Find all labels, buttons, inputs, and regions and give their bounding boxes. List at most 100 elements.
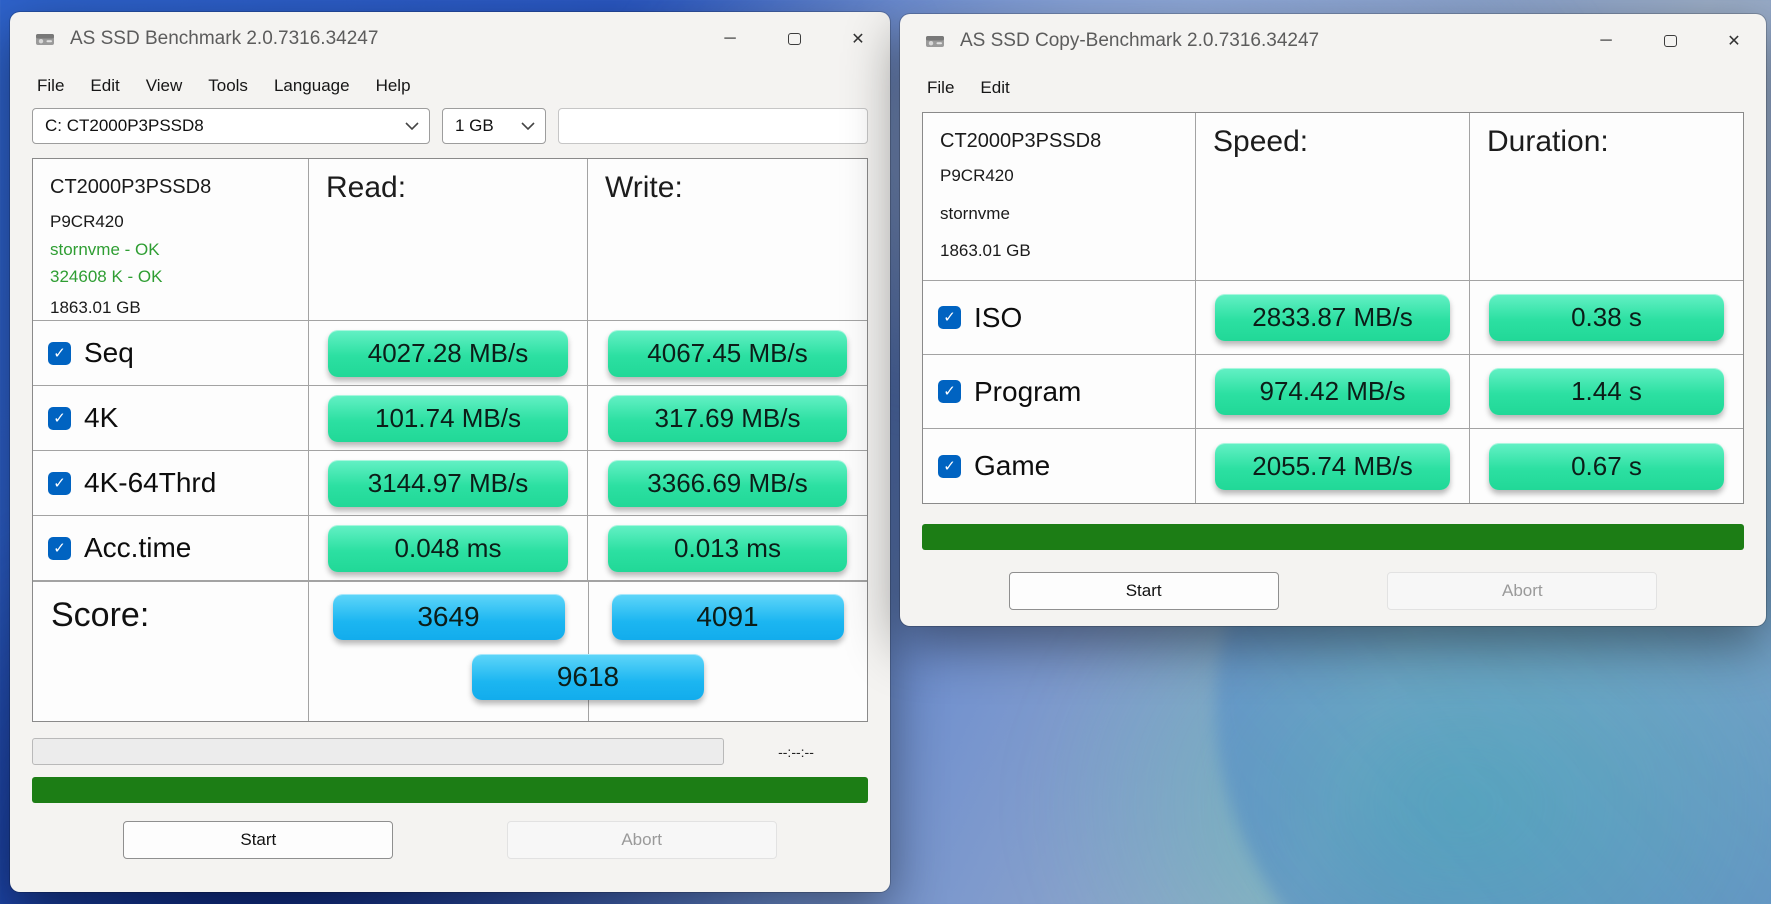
row-acctime: ✓ Acc.time <box>33 516 309 581</box>
button-row: Start Abort <box>900 572 1766 610</box>
driver-status: stornvme - OK <box>50 239 160 259</box>
menu-edit[interactable]: Edit <box>77 70 132 102</box>
maximize-icon <box>787 33 801 45</box>
score-write-value: 4091 <box>611 594 844 640</box>
chevron-down-icon <box>405 122 419 130</box>
4k64thrd-read-cell: 3144.97 MB/s <box>309 451 588 516</box>
benchmark-table: CT2000P3PSSD8 P9CR420 stornvme - OK 3246… <box>32 158 868 722</box>
check-icon: ✓ <box>53 539 66 557</box>
row-game: ✓ Game <box>923 429 1196 503</box>
score-read-half: 3649 <box>309 594 588 640</box>
window-title: AS SSD Copy-Benchmark 2.0.7316.34247 <box>960 30 1320 51</box>
menu-bar: File Edit <box>900 68 1766 108</box>
checkbox-4k[interactable]: ✓ <box>48 406 71 430</box>
menu-help[interactable]: Help <box>363 70 424 102</box>
drive-model: CT2000P3PSSD8 <box>50 176 212 198</box>
row-program-label: Program <box>974 375 1082 407</box>
row-game-label: Game <box>974 450 1051 481</box>
score-read-value: 3649 <box>332 594 565 640</box>
drive-model: CT2000P3PSSD8 <box>940 130 1102 152</box>
drive-select-value: C: CT2000P3PSSD8 <box>45 116 204 135</box>
button-row: Start Abort <box>10 821 890 859</box>
drive-capacity: 1863.01 GB <box>50 297 141 317</box>
acctime-read-cell: 0.048 ms <box>309 516 588 581</box>
comment-input[interactable] <box>558 108 868 144</box>
abort-button[interactable]: Abort <box>506 821 777 859</box>
check-icon: ✓ <box>943 309 956 326</box>
check-icon: ✓ <box>53 344 66 362</box>
drive-select[interactable]: C: CT2000P3PSSD8 <box>32 108 430 144</box>
drive-driver: stornvme <box>940 203 1010 223</box>
maximize-button[interactable] <box>1638 14 1702 68</box>
test-size-select[interactable]: 1 GB <box>442 108 546 144</box>
iso-duration-cell: 0.38 s <box>1470 281 1743 355</box>
iso-speed-value: 2833.87 MB/s <box>1215 294 1450 341</box>
close-icon: ✕ <box>1727 33 1741 50</box>
copy-benchmark-table: CT2000P3PSSD8 P9CR420 stornvme 1863.01 G… <box>922 112 1744 504</box>
menu-tools[interactable]: Tools <box>195 70 261 102</box>
close-button[interactable]: ✕ <box>826 12 890 66</box>
start-button[interactable]: Start <box>123 821 394 859</box>
chevron-down-icon <box>521 122 535 130</box>
check-icon: ✓ <box>943 457 956 475</box>
checkbox-program[interactable]: ✓ <box>938 380 961 403</box>
check-icon: ✓ <box>943 383 956 400</box>
4k-write-cell: 317.69 MB/s <box>588 386 867 451</box>
speed-column-header: Speed: <box>1196 113 1470 281</box>
score-total-value: 9618 <box>472 654 704 700</box>
acctime-read-value: 0.048 ms <box>328 524 568 572</box>
row-4k64thrd: ✓ 4K-64Thrd <box>33 451 309 516</box>
close-icon: ✕ <box>851 31 865 48</box>
minimize-icon: ─ <box>1600 32 1612 49</box>
row-acctime-label: Acc.time <box>84 532 192 563</box>
menu-bar: File Edit View Tools Language Help <box>10 66 890 106</box>
checkbox-4k64thrd[interactable]: ✓ <box>48 471 71 495</box>
minimize-button[interactable]: ─ <box>1574 14 1638 68</box>
game-duration-cell: 0.67 s <box>1470 429 1743 503</box>
program-speed-value: 974.42 MB/s <box>1215 368 1450 415</box>
score-column-divider <box>588 582 589 721</box>
acctime-write-value: 0.013 ms <box>607 524 848 572</box>
check-icon: ✓ <box>53 409 66 427</box>
menu-language[interactable]: Language <box>261 70 363 102</box>
row-program: ✓ Program <box>923 355 1196 429</box>
checkbox-seq[interactable]: ✓ <box>48 341 71 365</box>
checkbox-game[interactable]: ✓ <box>938 454 961 478</box>
row-iso: ✓ ISO <box>923 281 1196 355</box>
checkbox-iso[interactable]: ✓ <box>938 306 961 329</box>
4k-read-value: 101.74 MB/s <box>328 394 568 442</box>
drive-capacity: 1863.01 GB <box>940 241 1031 260</box>
score-area: 3649 4091 9618 <box>309 581 867 721</box>
read-column-header: Read: <box>309 159 588 321</box>
copy-benchmark-titlebar[interactable]: AS SSD Copy-Benchmark 2.0.7316.34247 ─ ✕ <box>900 14 1766 68</box>
abort-button[interactable]: Abort <box>1387 572 1658 610</box>
menu-file[interactable]: File <box>24 70 77 102</box>
menu-view[interactable]: View <box>133 70 196 102</box>
row-4k: ✓ 4K <box>33 386 309 451</box>
window-title: AS SSD Benchmark 2.0.7316.34247 <box>70 28 379 49</box>
overall-progress-bar <box>922 524 1744 550</box>
program-duration-value: 1.44 s <box>1489 368 1724 415</box>
menu-file[interactable]: File <box>914 72 967 104</box>
row-seq-label: Seq <box>84 337 134 368</box>
menu-edit[interactable]: Edit <box>967 72 1022 104</box>
minimize-button[interactable]: ─ <box>698 12 762 66</box>
game-speed-value: 2055.74 MB/s <box>1215 442 1450 490</box>
maximize-button[interactable] <box>762 12 826 66</box>
score-label: Score: <box>33 581 309 721</box>
4k-read-cell: 101.74 MB/s <box>309 386 588 451</box>
program-duration-cell: 1.44 s <box>1470 355 1743 429</box>
close-button[interactable]: ✕ <box>1702 14 1766 68</box>
seq-read-value: 4027.28 MB/s <box>328 329 568 377</box>
drive-firmware: P9CR420 <box>50 212 124 231</box>
drive-firmware: P9CR420 <box>940 166 1014 185</box>
row-seq: ✓ Seq <box>33 321 309 386</box>
window-controls: ─ ✕ <box>698 12 890 66</box>
checkbox-acctime[interactable]: ✓ <box>48 536 71 560</box>
start-button[interactable]: Start <box>1008 572 1279 610</box>
seq-read-cell: 4027.28 MB/s <box>309 321 588 386</box>
row-iso-label: ISO <box>974 301 1023 333</box>
alignment-status: 324608 K - OK <box>50 267 163 286</box>
4k-write-value: 317.69 MB/s <box>607 394 848 442</box>
benchmark-titlebar[interactable]: AS SSD Benchmark 2.0.7316.34247 ─ ✕ <box>10 12 890 66</box>
